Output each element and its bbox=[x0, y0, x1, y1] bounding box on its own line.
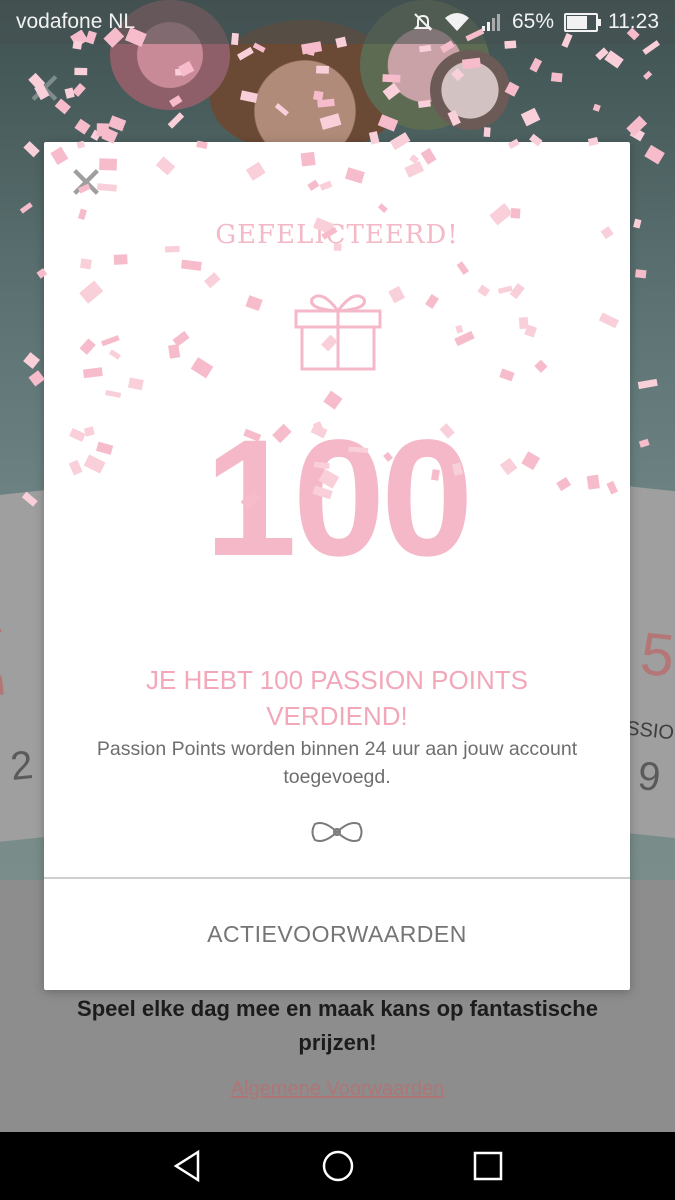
points-number: 100 bbox=[204, 406, 474, 591]
promo-text: Speel elke dag mee en maak kans op fanta… bbox=[77, 996, 598, 1055]
status-bar: vodafone NL 65% 11:23 bbox=[0, 0, 675, 44]
card-right-text: 5 bbox=[637, 619, 675, 690]
points-subtext: Passion Points worden binnen 24 uur aan … bbox=[96, 738, 578, 788]
battery-icon bbox=[564, 12, 601, 32]
card-left-number: 2 bbox=[8, 742, 36, 790]
home-icon[interactable] bbox=[318, 1146, 358, 1186]
terms-button[interactable]: ACTIEVOORWAARDEN bbox=[44, 879, 630, 990]
close-icon[interactable]: ✕ bbox=[66, 162, 106, 206]
mute-icon bbox=[413, 13, 433, 31]
carrier-name: vodafone NL bbox=[16, 10, 136, 33]
gift-icon bbox=[294, 294, 382, 371]
wifi-icon bbox=[444, 13, 469, 31]
modal-title: GEFELICTEERD! bbox=[215, 220, 459, 250]
recents-icon[interactable] bbox=[468, 1146, 508, 1186]
battery-percent: 65% bbox=[511, 10, 554, 33]
back-icon[interactable] bbox=[168, 1146, 208, 1186]
card-right-number: 9 bbox=[635, 753, 663, 801]
general-terms-link[interactable]: Algemene Voorwaarden bbox=[0, 1078, 675, 1101]
bow-icon bbox=[311, 822, 363, 842]
reward-modal: ✕ GEFELICTEERD! 100 JE HEBT 100 PASSION … bbox=[44, 142, 630, 990]
flower-decoration bbox=[430, 50, 510, 130]
clock: 11:23 bbox=[608, 10, 659, 33]
card-left-text: ar m bbox=[0, 615, 8, 707]
navigation-bar bbox=[0, 1132, 675, 1200]
signal-icon bbox=[481, 14, 500, 31]
background-close-icon: ✕ bbox=[26, 65, 63, 114]
points-headline: JE HEBT 100 PASSION POINTS VERDIEND! bbox=[146, 665, 528, 731]
